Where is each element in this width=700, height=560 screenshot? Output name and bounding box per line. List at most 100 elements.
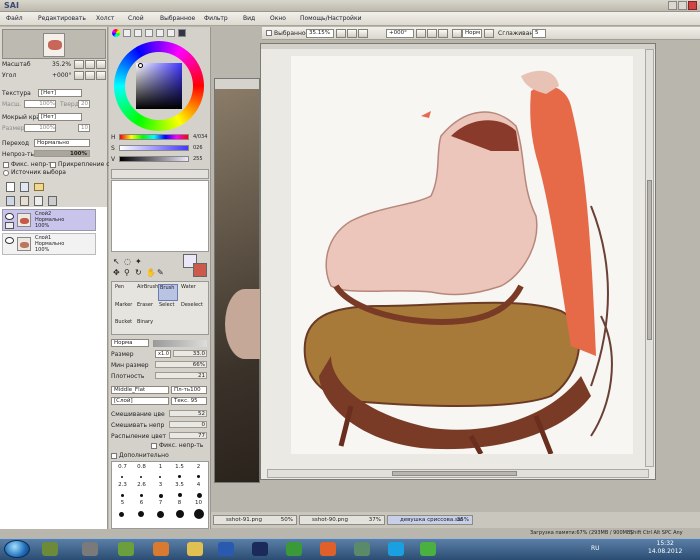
tool-marker[interactable]: Marker — [114, 302, 134, 319]
start-button[interactable] — [4, 540, 30, 558]
tools-icon[interactable] — [82, 542, 98, 556]
blend-mode-select[interactable]: Нормально — [34, 139, 90, 147]
new-layer-icon[interactable] — [6, 182, 15, 192]
merge-down-icon[interactable] — [20, 196, 29, 206]
value-slider[interactable] — [119, 156, 189, 162]
brush-size-preset[interactable]: 0.7 — [113, 464, 132, 477]
canvas-zoom-in-button[interactable] — [347, 29, 357, 38]
layer-row-2[interactable]: Слой1 Нормально 100% — [2, 233, 96, 255]
clock[interactable]: 15:32 14.08.2012 — [648, 540, 682, 556]
app-icon[interactable] — [354, 542, 370, 556]
photoshop-icon[interactable] — [252, 542, 268, 556]
window-controls[interactable] — [668, 1, 698, 10]
rotate-icon[interactable]: ↻ — [135, 268, 142, 277]
stabilizer-select[interactable]: 5 — [532, 29, 546, 38]
user-palette-icon[interactable] — [178, 29, 186, 37]
skype-icon[interactable] — [388, 542, 404, 556]
canvas-angle-field[interactable]: +000° — [386, 29, 414, 38]
display-mode-select[interactable]: Норм — [462, 29, 482, 38]
scratchpad-area[interactable] — [111, 180, 209, 252]
vertical-scroll-thumb[interactable] — [647, 180, 652, 340]
doc-tab-sshot-90[interactable]: sshot-90.png 37% — [299, 515, 385, 525]
eyedropper-icon[interactable]: ✎ — [157, 268, 164, 277]
secondary-color-swatch[interactable] — [193, 263, 207, 277]
move-icon[interactable]: ✥ — [113, 268, 120, 277]
swatches-icon[interactable] — [156, 29, 164, 37]
hand-icon[interactable]: ✋ — [146, 268, 156, 277]
color-wheel-icon[interactable] — [112, 29, 120, 37]
doc-tab-active[interactable]: девушка сриссова.sai 35% — [387, 515, 473, 525]
tex-scale-value[interactable]: 100% — [24, 100, 56, 108]
select-arrow-icon[interactable]: ↖ — [113, 257, 120, 266]
brush-shape-select[interactable]: Middle_Flat — [111, 386, 169, 394]
rotate-ccw-button[interactable] — [416, 29, 426, 38]
clear-layer-icon[interactable] — [34, 196, 43, 206]
size-slider[interactable]: 33.0 — [173, 350, 207, 357]
zoom-icon[interactable]: ⚲ — [124, 268, 130, 277]
mode-dropdown-button[interactable] — [484, 29, 494, 38]
size-multiplier[interactable]: x1.0 — [155, 350, 171, 358]
rotate-reset-button[interactable] — [438, 29, 448, 38]
magic-wand-icon[interactable]: ✦ — [135, 257, 142, 266]
scratchpad-icon[interactable] — [167, 29, 175, 37]
eye-icon[interactable] — [5, 213, 14, 220]
new-folder-icon[interactable] — [34, 183, 44, 191]
menu-file[interactable]: Файл — [6, 15, 23, 22]
maximize-icon[interactable] — [678, 1, 687, 10]
copy-layer-icon[interactable] — [6, 196, 15, 206]
paint-icon[interactable] — [118, 542, 134, 556]
menu-view[interactable]: Вид — [243, 15, 255, 22]
wet-edge-select[interactable]: [Нет] — [38, 113, 82, 121]
icq-icon[interactable] — [286, 542, 302, 556]
rotate-left-button[interactable] — [74, 71, 84, 80]
color-picker-marker[interactable] — [138, 63, 143, 68]
brush-size-preset[interactable]: 0.8 — [132, 464, 151, 477]
tool-eraser[interactable]: Eraser — [136, 302, 156, 319]
tool-airbrush[interactable]: AirBrush — [136, 284, 158, 301]
zoom-in-button[interactable] — [85, 60, 95, 69]
close-icon[interactable] — [688, 1, 697, 10]
blending-slider[interactable]: 52 — [169, 410, 207, 417]
brush-size-preset[interactable]: 1 — [151, 464, 170, 477]
lasso-icon[interactable]: ◌ — [124, 257, 131, 266]
tex-strength-value[interactable]: 20 — [78, 100, 90, 108]
saturation-slider[interactable] — [119, 145, 189, 151]
new-linework-layer-icon[interactable] — [20, 182, 29, 192]
color-wheel[interactable] — [114, 41, 204, 131]
tool-brush[interactable]: Brush — [158, 284, 178, 301]
brush-mode-select[interactable]: Норма — [111, 339, 149, 347]
canvas-artwork[interactable] — [291, 56, 633, 456]
menu-window[interactable]: Окно — [270, 15, 286, 22]
brush-shape-presets[interactable] — [153, 340, 207, 347]
chat-icon[interactable] — [420, 542, 436, 556]
menu-edit[interactable]: Редактировать — [38, 15, 86, 22]
navigator[interactable] — [2, 29, 106, 59]
tool-bucket[interactable]: Bucket — [114, 319, 134, 336]
brush-texture-select[interactable]: [Слой] — [111, 397, 169, 405]
tool-water[interactable]: Water — [180, 284, 200, 301]
opacity-slider[interactable]: 100% — [34, 150, 90, 157]
advanced-checkbox[interactable] — [111, 453, 117, 459]
brush-texture-strength[interactable]: Текс. 95 — [171, 397, 207, 405]
rgb-slider-icon[interactable] — [123, 29, 131, 37]
tool-select[interactable]: Select — [158, 302, 178, 319]
horizontal-scrollbar[interactable] — [267, 469, 649, 478]
saturation-value-square[interactable] — [136, 63, 182, 109]
keep-opacity-checkbox[interactable] — [151, 443, 157, 449]
rotate-right-button[interactable] — [85, 71, 95, 80]
menu-selection[interactable]: Выбранное — [160, 15, 195, 22]
menu-filter[interactable]: Фильтр — [204, 15, 228, 22]
menu-canvas[interactable]: Холст — [96, 15, 114, 22]
language-indicator[interactable]: RU — [591, 545, 600, 552]
palette-icon[interactable] — [145, 29, 153, 37]
rotate-reset-button[interactable] — [96, 71, 106, 80]
texture-select[interactable]: [Нет] — [38, 89, 82, 97]
density-slider[interactable]: 21 — [155, 372, 207, 379]
tool-pen[interactable]: Pen — [114, 284, 134, 301]
tool-deselect[interactable]: Deselect — [180, 302, 203, 319]
wet-strength-value[interactable]: 10 — [78, 124, 90, 132]
background-document-window[interactable] — [214, 78, 265, 483]
firefox-icon[interactable] — [320, 542, 336, 556]
media-player-icon[interactable] — [153, 542, 169, 556]
flip-button[interactable] — [452, 29, 462, 38]
